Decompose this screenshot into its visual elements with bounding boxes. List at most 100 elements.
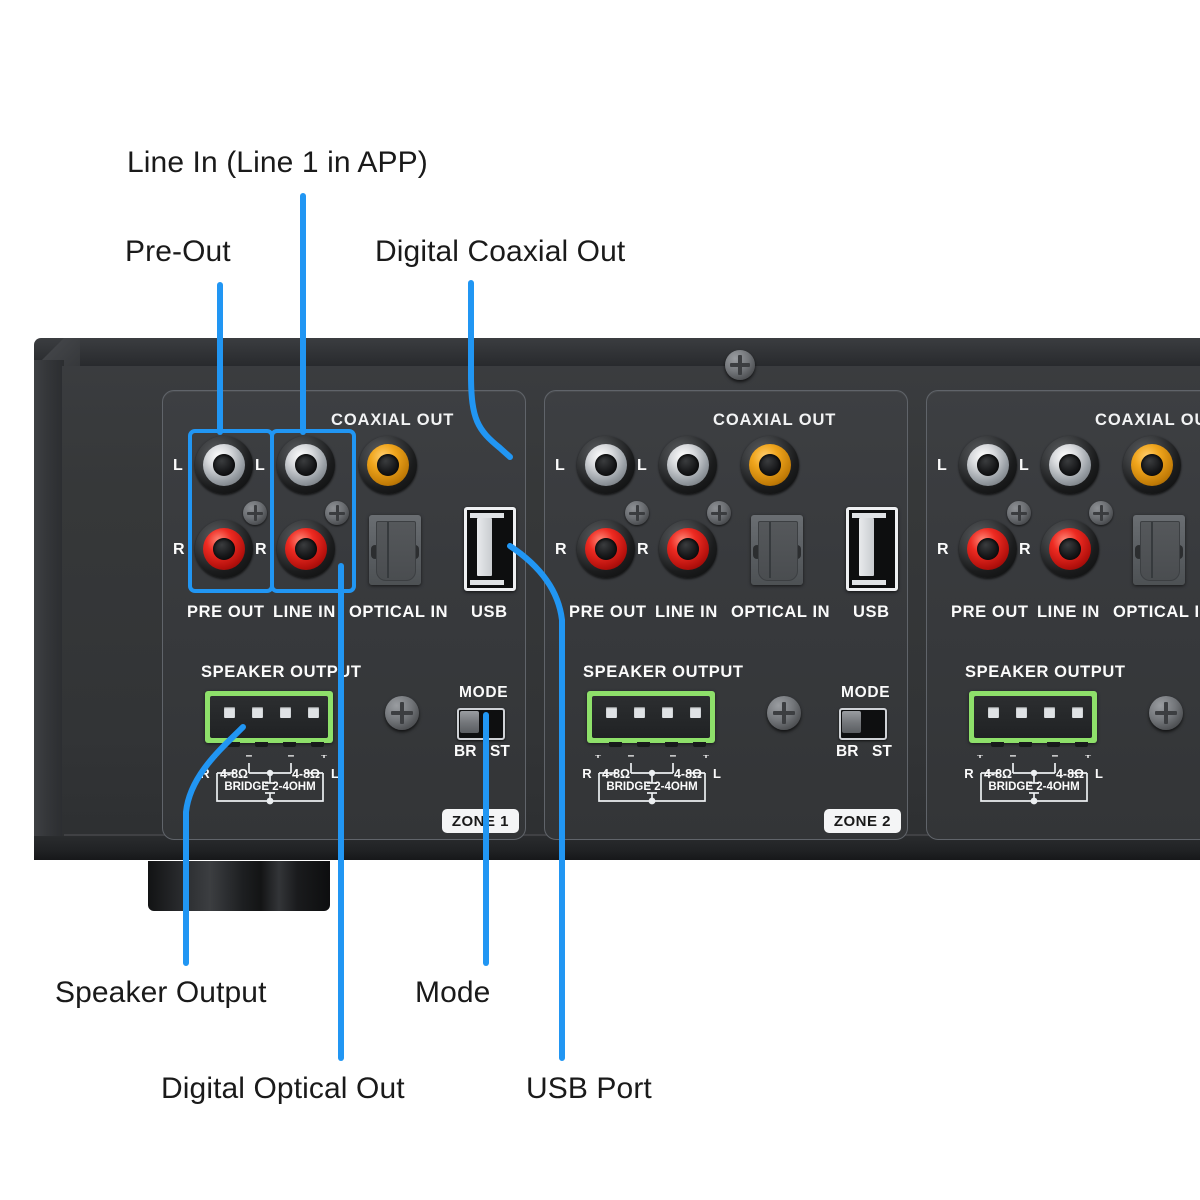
speaker-output-terminal[interactable] xyxy=(969,691,1097,747)
coaxial-out-rca-jack[interactable] xyxy=(741,436,799,494)
svg-text:BRIDGE 2-4OHM: BRIDGE 2-4OHM xyxy=(224,781,315,793)
line-in-right-rca-jack[interactable] xyxy=(1041,520,1099,578)
svg-text:+: + xyxy=(702,755,709,762)
mode-option-br[interactable]: BR xyxy=(454,743,476,761)
speaker-output-terminal[interactable] xyxy=(587,691,715,747)
chassis-foot xyxy=(148,861,330,911)
svg-text:4-8Ω: 4-8Ω xyxy=(292,767,320,781)
speaker-output-title: SPEAKER OUTPUT xyxy=(583,663,744,681)
mode-option-st[interactable]: ST xyxy=(872,743,892,761)
callout-label-usb-port: USB Port xyxy=(526,1072,652,1105)
pre-out-left-channel-label: L xyxy=(555,457,565,474)
chassis-top-edge xyxy=(34,338,1200,368)
zone-panel-3: COAXIAL OUT L R L R xyxy=(926,390,1200,840)
zone-panel-2: COAXIAL OUT L R L R PRE OUT LINE IN OPTI… xyxy=(544,390,908,840)
optical-in-label: OPTICAL IN xyxy=(731,603,831,621)
usb-label: USB xyxy=(853,603,890,621)
coaxial-out-title: COAXIAL OUT xyxy=(331,411,455,429)
panel-screw-left xyxy=(1007,501,1031,525)
pre-out-left-channel-label: L xyxy=(937,457,947,474)
chassis-top-screw xyxy=(725,350,755,380)
line-in-label: LINE IN xyxy=(1037,603,1100,621)
svg-text:4-8Ω: 4-8Ω xyxy=(1056,767,1084,781)
chassis-left-side xyxy=(34,360,64,854)
highlight-box-pre-out xyxy=(188,429,274,593)
line-in-left-channel-label: L xyxy=(637,457,647,474)
optical-in-port[interactable] xyxy=(369,515,421,585)
mode-option-br[interactable]: BR xyxy=(836,743,858,761)
zone-tab-label: ZONE 1 xyxy=(441,809,519,833)
panel-screw-right xyxy=(1089,501,1113,525)
mode-title: MODE xyxy=(459,684,509,701)
callout-label-digital-optical: Digital Optical Out xyxy=(161,1072,405,1105)
bridge-schematic: R L + + – – 4-8Ω 4-8Ω BRIDGE 2-4OHM xyxy=(569,755,735,813)
usb-port[interactable] xyxy=(846,507,898,591)
svg-text:–: – xyxy=(246,755,253,762)
pre-out-label: PRE OUT xyxy=(951,603,1029,621)
pre-out-right-channel-label: R xyxy=(937,541,949,558)
mode-option-st[interactable]: ST xyxy=(490,743,510,761)
callout-label-line-in: Line In (Line 1 in APP) xyxy=(127,146,428,179)
svg-text:–: – xyxy=(1052,755,1059,762)
pre-out-right-channel-label: R xyxy=(555,541,567,558)
svg-text:L: L xyxy=(1095,766,1103,781)
speaker-output-title: SPEAKER OUTPUT xyxy=(965,663,1126,681)
mode-switch-knob[interactable] xyxy=(460,711,479,733)
speaker-area-screw xyxy=(767,696,801,730)
callout-label-speaker-output: Speaker Output xyxy=(55,976,267,1009)
zone-body: COAXIAL OUT L R L R xyxy=(545,391,907,839)
svg-text:–: – xyxy=(628,755,635,762)
mode-switch[interactable] xyxy=(839,708,887,740)
optical-in-port[interactable] xyxy=(1133,515,1185,585)
svg-text:BRIDGE 2-4OHM: BRIDGE 2-4OHM xyxy=(988,781,1079,793)
svg-text:4-8Ω: 4-8Ω xyxy=(602,767,630,781)
pre-out-left-rca-jack[interactable] xyxy=(577,436,635,494)
optical-in-port[interactable] xyxy=(751,515,803,585)
line-in-left-rca-jack[interactable] xyxy=(659,436,717,494)
coaxial-out-rca-jack[interactable] xyxy=(359,436,417,494)
line-in-left-channel-label: L xyxy=(1019,457,1029,474)
svg-text:+: + xyxy=(320,755,327,762)
line-in-label: LINE IN xyxy=(655,603,718,621)
pre-out-label: PRE OUT xyxy=(187,603,265,621)
mode-switch-knob[interactable] xyxy=(842,711,861,733)
svg-text:4-8Ω: 4-8Ω xyxy=(220,767,248,781)
svg-text:–: – xyxy=(288,755,295,762)
svg-text:L: L xyxy=(713,766,721,781)
mode-switch[interactable] xyxy=(457,708,505,740)
coaxial-out-title: COAXIAL OUT xyxy=(713,411,837,429)
svg-text:4-8Ω: 4-8Ω xyxy=(984,767,1012,781)
usb-port[interactable] xyxy=(464,507,516,591)
callout-label-mode: Mode xyxy=(415,976,491,1009)
optical-in-label: OPTICAL IN xyxy=(1113,603,1200,621)
usb-label: USB xyxy=(471,603,508,621)
pre-out-right-rca-jack[interactable] xyxy=(959,520,1017,578)
svg-text:R: R xyxy=(964,766,974,781)
zone-tab-label: ZONE 2 xyxy=(823,809,901,833)
speaker-area-screw xyxy=(1149,696,1183,730)
callout-label-digital-coaxial: Digital Coaxial Out xyxy=(375,235,626,268)
line-in-right-channel-label: R xyxy=(1019,541,1031,558)
bridge-schematic: R L + + – – 4-8Ω 4-8Ω BRIDGE 2-4OHM xyxy=(951,755,1117,813)
pre-out-right-channel-label: R xyxy=(173,541,185,558)
pre-out-label: PRE OUT xyxy=(569,603,647,621)
mode-title: MODE xyxy=(841,684,891,701)
highlight-box-line-in xyxy=(270,429,356,593)
svg-text:+: + xyxy=(1084,755,1091,762)
speaker-output-title: SPEAKER OUTPUT xyxy=(201,663,362,681)
callout-label-pre-out: Pre-Out xyxy=(125,235,231,268)
line-in-right-rca-jack[interactable] xyxy=(659,520,717,578)
svg-text:4-8Ω: 4-8Ω xyxy=(674,767,702,781)
coaxial-out-rca-jack[interactable] xyxy=(1123,436,1181,494)
svg-text:+: + xyxy=(976,755,983,762)
svg-text:R: R xyxy=(200,766,210,781)
line-in-right-channel-label: R xyxy=(637,541,649,558)
pre-out-left-rca-jack[interactable] xyxy=(959,436,1017,494)
pre-out-right-rca-jack[interactable] xyxy=(577,520,635,578)
diagram-stage: COAXIAL OUT L R L R PRE OUT LINE IN OPTI… xyxy=(0,0,1200,1200)
coaxial-out-title: COAXIAL OUT xyxy=(1095,411,1200,429)
bridge-schematic: R L + + – – 4-8Ω 4-8Ω BRIDGE 2-4OHM xyxy=(187,755,353,813)
line-in-left-rca-jack[interactable] xyxy=(1041,436,1099,494)
speaker-output-terminal[interactable] xyxy=(205,691,333,747)
panel-screw-right xyxy=(707,501,731,525)
